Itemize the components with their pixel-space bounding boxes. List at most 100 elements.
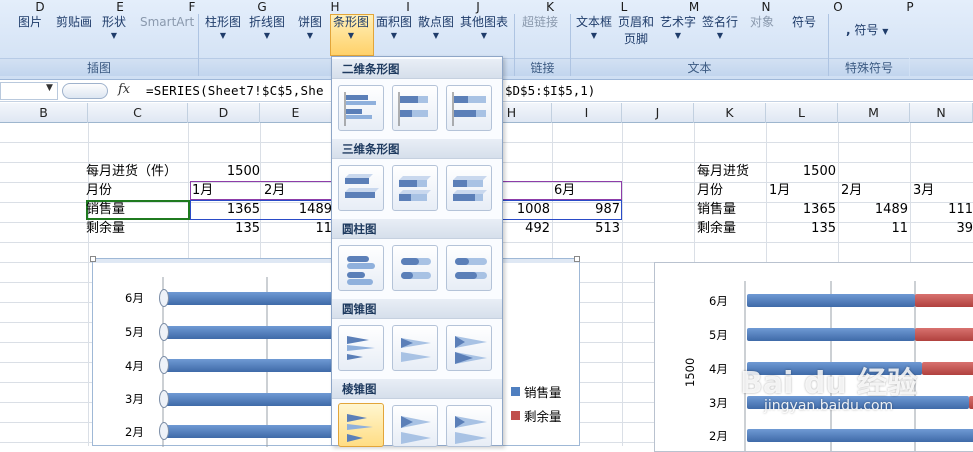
cell-right-remain-label[interactable]: 剩余量: [697, 219, 736, 238]
clustered-cone-option[interactable]: [338, 325, 384, 371]
cell-right-month-1[interactable]: 1月: [769, 181, 790, 200]
resize-handle[interactable]: [90, 256, 96, 262]
cell-sales-label[interactable]: 销售量: [86, 200, 125, 219]
bar-sales-2[interactable]: [747, 429, 973, 442]
cell-right-sales-3[interactable]: 111: [910, 200, 973, 219]
stacked-bar-icon: [398, 92, 428, 126]
bar-sales-5[interactable]: [165, 326, 337, 339]
stacked-bar-option[interactable]: [392, 85, 438, 131]
scatter-chart-button[interactable]: 散点图 ▼: [418, 14, 454, 41]
cell-sales-2[interactable]: 1489: [262, 200, 332, 219]
cell-monthly-value[interactable]: 1500: [190, 162, 260, 181]
picture-button[interactable]: 图片: [18, 14, 42, 31]
cell-month-2[interactable]: 2月: [264, 181, 285, 200]
column-header-l[interactable]: L: [766, 103, 838, 123]
object-button[interactable]: 对象: [750, 14, 774, 31]
wordart-button[interactable]: 艺术字 ▼: [660, 14, 696, 41]
legend-label-remain[interactable]: 剩余量: [524, 406, 562, 425]
shapes-button[interactable]: 形状 ▼: [102, 14, 126, 41]
legend-label-sales[interactable]: 销售量: [524, 382, 562, 401]
stacked-cone-option[interactable]: [392, 325, 438, 371]
watermark-logo: Bai du 经验: [740, 366, 918, 401]
cell-remain-2[interactable]: 11: [262, 219, 332, 238]
other-charts-button[interactable]: 其他图表 ▼: [460, 14, 508, 41]
stacked-pyramid-option[interactable]: [392, 405, 438, 447]
pie-chart-button[interactable]: 饼图 ▼: [298, 14, 322, 41]
dropdown-arrow-icon: ▼: [347, 31, 355, 40]
column-header-k[interactable]: K: [694, 103, 766, 123]
bar-sales-6[interactable]: [165, 292, 337, 305]
cell-right-month-3[interactable]: 3月: [913, 181, 934, 200]
column-header-m[interactable]: M: [838, 103, 910, 123]
symbol-button[interactable]: 符号: [792, 14, 816, 31]
bar-sales-5[interactable]: [747, 328, 915, 341]
bar-remain-3[interactable]: [969, 396, 973, 409]
dropdown-arrow-icon: ▼: [263, 31, 271, 40]
special-symbol-button[interactable]: , 符号 ▼: [846, 22, 888, 40]
column-header-j[interactable]: J: [622, 103, 694, 123]
cell-right-remain-3[interactable]: 39: [910, 219, 973, 238]
cell-month-6[interactable]: 6月: [554, 181, 575, 200]
bar-sales-3[interactable]: [165, 393, 337, 406]
percent-stacked-pyramid-option[interactable]: [446, 405, 492, 447]
cell-remain-label[interactable]: 剩余量: [86, 219, 125, 238]
bar-chart-dropdown[interactable]: 二维条形图 三维条形图 圆柱图 圆锥图 棱锥图: [331, 56, 503, 447]
column-header-d[interactable]: D: [188, 103, 260, 123]
cell-right-sales-label[interactable]: 销售量: [697, 200, 736, 219]
cell-right-remain-2[interactable]: 11: [838, 219, 908, 238]
area-chart-label: 面积图: [376, 15, 413, 29]
3d-stacked-bar-option[interactable]: [392, 165, 438, 211]
textbox-button[interactable]: 文本框 ▼: [576, 14, 612, 41]
cell-sales-6[interactable]: 987: [550, 200, 620, 219]
column-header-e[interactable]: E: [260, 103, 332, 123]
percent-stacked-cylinder-option[interactable]: [446, 245, 492, 291]
clustered-bar-option[interactable]: [338, 85, 384, 131]
line-chart-button[interactable]: 折线图 ▼: [249, 14, 285, 41]
chart-right[interactable]: 1500 6月 5月 4月 3月 2月: [654, 262, 973, 452]
smartart-button[interactable]: SmartArt: [140, 14, 194, 31]
clustered-cylinder-option[interactable]: [338, 245, 384, 291]
clustered-pyramid-option[interactable]: [338, 403, 384, 447]
column-header-n[interactable]: N: [910, 103, 973, 123]
cell-right-month-2[interactable]: 2月: [841, 181, 862, 200]
formula-bar-grip[interactable]: [62, 83, 108, 99]
3d-clustered-bar-option[interactable]: [338, 165, 384, 211]
percent-stacked-bar-option[interactable]: [446, 85, 492, 131]
cell-sales-1[interactable]: 1365: [190, 200, 260, 219]
bar-chart-button[interactable]: 条形图 ▼: [333, 14, 369, 41]
column-header-i[interactable]: I: [552, 103, 622, 123]
cell-remain-1[interactable]: 135: [190, 219, 260, 238]
3d-percent-stacked-bar-option[interactable]: [446, 165, 492, 211]
percent-stacked-cone-option[interactable]: [446, 325, 492, 371]
cell-remain-6[interactable]: 513: [550, 219, 620, 238]
bar-remain-6[interactable]: [915, 294, 973, 307]
cell-month-1[interactable]: 1月: [192, 181, 213, 200]
bar-sales-6[interactable]: [747, 294, 915, 307]
cell-right-remain-1[interactable]: 135: [766, 219, 836, 238]
cell-right-month-label[interactable]: 月份: [697, 181, 723, 200]
bar-sales-2[interactable]: [165, 425, 337, 438]
area-chart-button[interactable]: 面积图 ▼: [376, 14, 412, 41]
cell-right-sales-1[interactable]: 1365: [766, 200, 836, 219]
column-header-c[interactable]: C: [88, 103, 188, 123]
stacked-cylinder-option[interactable]: [392, 245, 438, 291]
clipart-button[interactable]: 剪贴画: [56, 14, 92, 31]
resize-handle[interactable]: [574, 256, 580, 262]
column-chart-button[interactable]: 柱形图 ▼: [205, 14, 241, 41]
cell-right-sales-2[interactable]: 1489: [838, 200, 908, 219]
percent-stacked-pyramid-icon: [455, 416, 487, 444]
column-header-b[interactable]: B: [0, 103, 88, 123]
cell-month-label[interactable]: 月份: [86, 181, 112, 200]
bar-sales-4[interactable]: [165, 359, 337, 372]
signature-line-button[interactable]: 签名行 ▼: [702, 14, 738, 41]
cell-right-monthly-label[interactable]: 每月进货: [697, 162, 749, 181]
cell-monthly-label[interactable]: 每月进货（件）: [86, 162, 177, 181]
formula-input[interactable]: =SERIES(Sheet7!$C$5,She: [146, 83, 324, 98]
insert-function-icon[interactable]: fx: [118, 82, 130, 97]
hyperlink-button[interactable]: 超链接: [522, 14, 558, 31]
bar-remain-5[interactable]: [915, 328, 973, 341]
header-footer-button[interactable]: 页眉和 页脚: [618, 14, 654, 48]
bar-remain-4[interactable]: [922, 362, 973, 375]
name-box-arrow-icon[interactable]: ▼: [46, 83, 53, 93]
cell-right-monthly-value[interactable]: 1500: [766, 162, 836, 181]
